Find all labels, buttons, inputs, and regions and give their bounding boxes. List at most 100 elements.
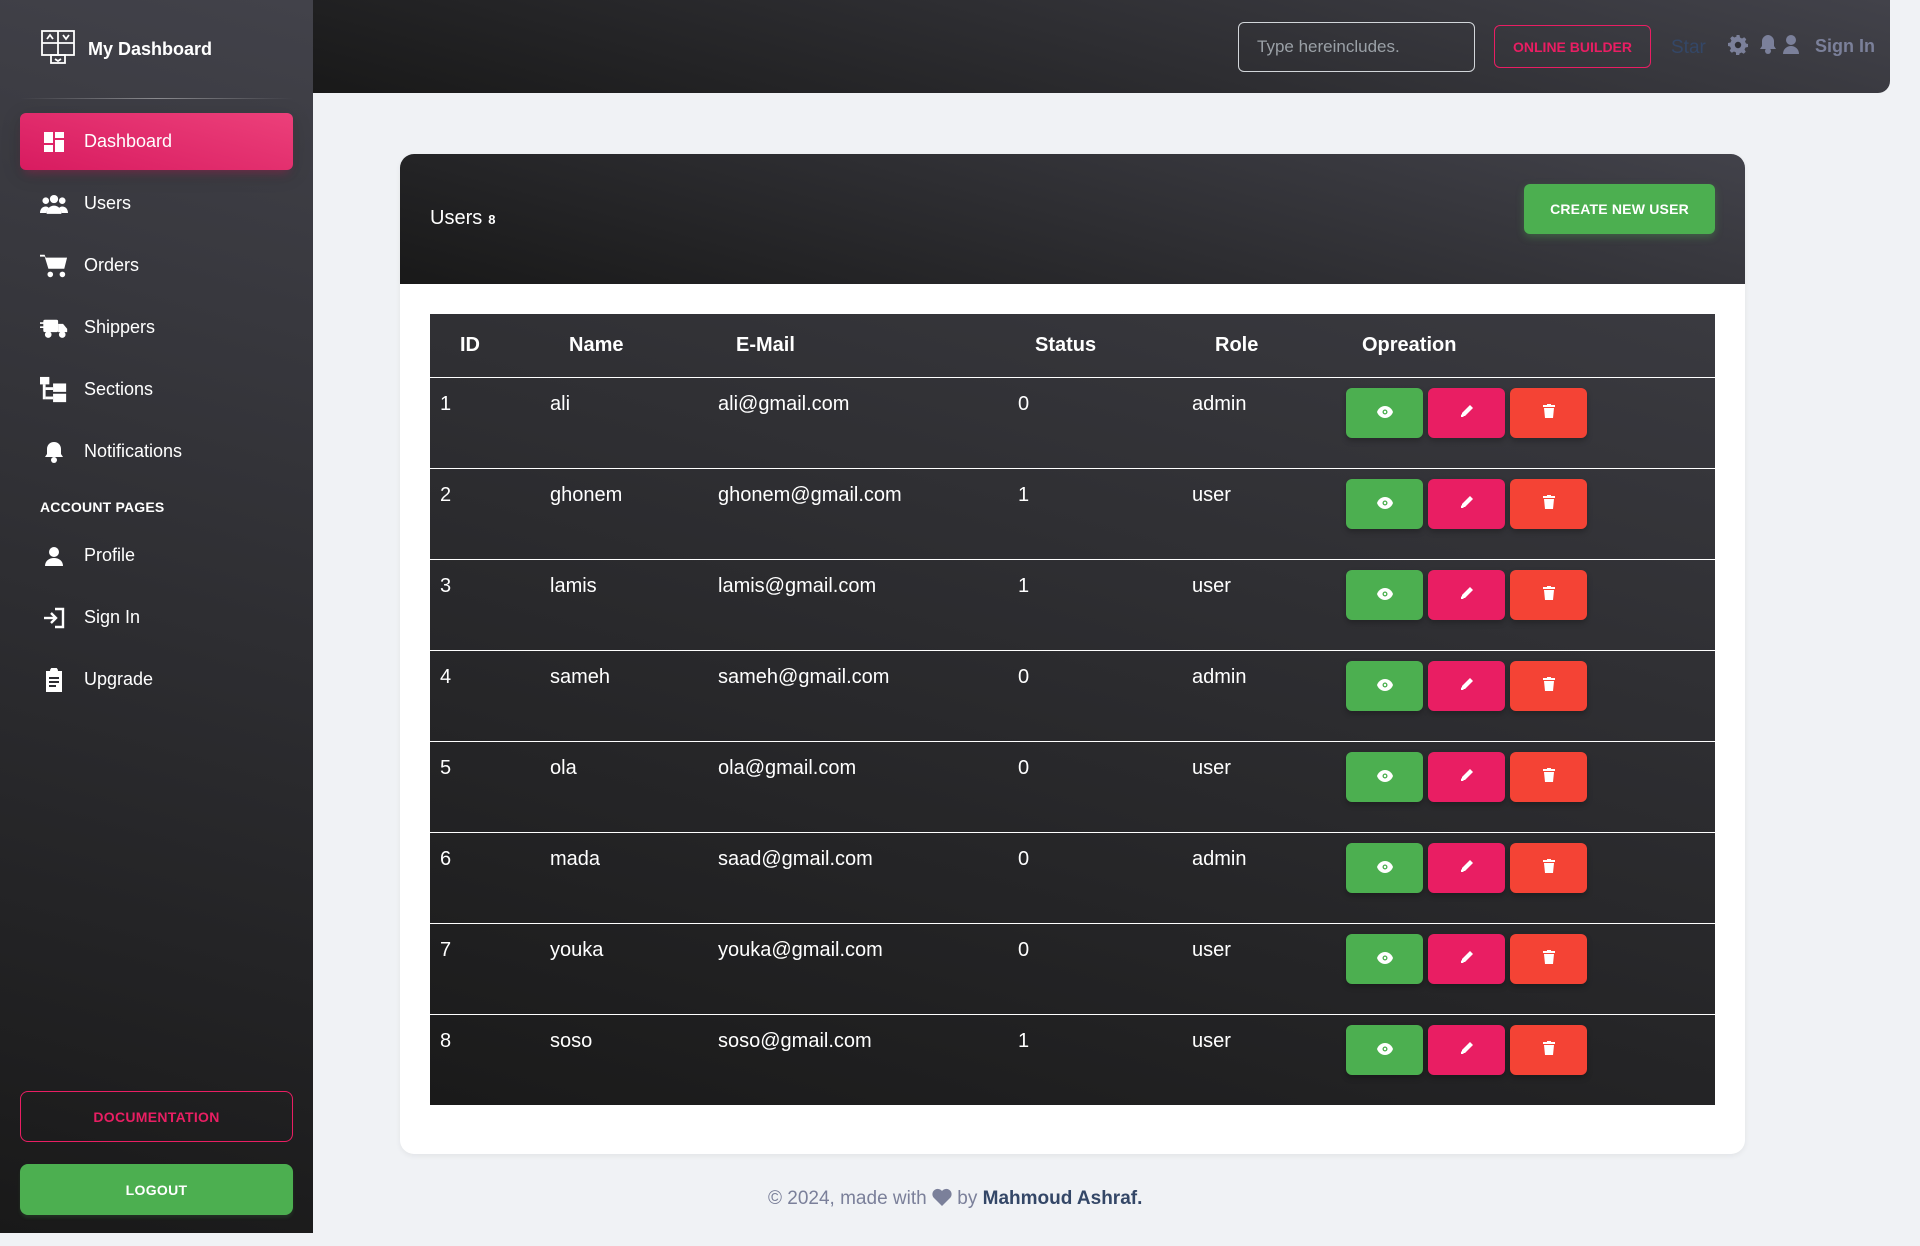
sidebar-item-shippers[interactable]: Shippers — [20, 299, 293, 356]
cell-name: ola — [548, 741, 715, 833]
column-header-name: Name — [548, 314, 715, 378]
edit-button[interactable] — [1428, 660, 1505, 711]
user-icon[interactable] — [1783, 35, 1799, 59]
edit-button[interactable] — [1428, 478, 1505, 529]
gear-icon[interactable] — [1728, 35, 1748, 60]
clipboard-icon — [40, 667, 68, 692]
cell-name: lamis — [548, 559, 715, 651]
create-user-button[interactable]: CREATE NEW USER — [1524, 184, 1715, 234]
view-button[interactable] — [1346, 1024, 1423, 1075]
sidebar-item-signin[interactable]: Sign In — [20, 589, 293, 646]
edit-button[interactable] — [1428, 933, 1505, 984]
sections-icon — [40, 376, 68, 404]
sidebar-item-profile[interactable]: Profile — [20, 527, 293, 584]
eye-icon — [1376, 492, 1393, 515]
users-table: ID Name E-Mail Status Role Opreation 1 al… — [430, 314, 1715, 1105]
sidebar-item-upgrade[interactable]: Upgrade — [20, 651, 293, 708]
trash-icon — [1542, 492, 1555, 515]
view-button[interactable] — [1346, 751, 1423, 802]
view-button[interactable] — [1346, 387, 1423, 438]
cell-email: ghonem@gmail.com — [715, 468, 1015, 560]
cell-role: user — [1190, 923, 1338, 1015]
table-row: 8 soso soso@gmail.com 1 user — [430, 1014, 1715, 1105]
table-header-row: ID Name E-Mail Status Role Opreation — [430, 314, 1715, 378]
edit-button[interactable] — [1428, 842, 1505, 893]
view-button[interactable] — [1346, 569, 1423, 620]
cell-operation — [1338, 559, 1715, 651]
delete-button[interactable] — [1510, 1024, 1587, 1075]
delete-button[interactable] — [1510, 569, 1587, 620]
table-row: 3 lamis lamis@gmail.com 1 user — [430, 559, 1715, 651]
sidebar-item-notifications[interactable]: Notifications — [20, 423, 293, 480]
truck-icon — [40, 315, 68, 341]
bell-icon[interactable] — [1760, 35, 1776, 59]
column-header-email: E-Mail — [715, 314, 1015, 378]
sidebar-item-orders[interactable]: Orders — [20, 237, 293, 294]
person-icon — [40, 546, 68, 566]
search-input[interactable] — [1238, 22, 1475, 72]
view-button[interactable] — [1346, 478, 1423, 529]
footer-author-link[interactable]: Mahmoud Ashraf. — [983, 1188, 1143, 1209]
delete-button[interactable] — [1510, 478, 1587, 529]
github-star-link[interactable]: Star — [1671, 37, 1706, 59]
eye-icon — [1376, 674, 1393, 697]
table-row: 6 mada saad@gmail.com 0 admin — [430, 832, 1715, 924]
column-header-id: ID — [430, 314, 548, 378]
sidebar-item-label: Upgrade — [84, 669, 154, 689]
eye-icon — [1376, 583, 1393, 606]
cell-email: ola@gmail.com — [715, 741, 1015, 833]
signin-link[interactable]: Sign In — [1815, 36, 1875, 57]
cell-status: 1 — [1018, 1029, 1030, 1052]
cell-email: youka@gmail.com — [715, 923, 1015, 1015]
online-builder-button[interactable]: ONLINE BUILDER — [1494, 25, 1651, 68]
cell-status: 0 — [1015, 741, 1190, 833]
cell-id: 2 — [430, 468, 548, 560]
delete-button[interactable] — [1510, 387, 1587, 438]
delete-button[interactable] — [1510, 842, 1587, 893]
table-row: 2 ghonem ghonem@gmail.com 1 user — [430, 468, 1715, 560]
footer-by: by — [957, 1188, 978, 1209]
column-header-status: Status — [1015, 314, 1190, 378]
grid-layout-icon — [40, 29, 76, 70]
eye-icon — [1376, 856, 1393, 879]
view-button[interactable] — [1346, 660, 1423, 711]
cell-role: user — [1190, 468, 1338, 560]
sidebar-item-label: Sign In — [84, 607, 141, 627]
sidebar-item-label: Shippers — [84, 317, 156, 337]
account-nav: Profile Sign In Upgrade — [0, 527, 313, 708]
view-button[interactable] — [1346, 842, 1423, 893]
cell-id: 6 — [430, 832, 548, 924]
trash-icon — [1542, 947, 1555, 970]
cell-role: user — [1190, 559, 1338, 651]
cell-name: soso — [550, 1029, 593, 1052]
brand[interactable]: My Dashboard — [0, 0, 313, 98]
delete-button[interactable] — [1510, 660, 1587, 711]
heart-icon — [932, 1188, 952, 1209]
cell-email: sameh@gmail.com — [715, 650, 1015, 742]
logout-button[interactable]: LOGOUT — [20, 1164, 293, 1215]
cell-id: 1 — [430, 377, 548, 469]
sidebar-item-users[interactable]: Users — [20, 175, 293, 232]
eye-icon — [1376, 947, 1393, 970]
view-button[interactable] — [1346, 933, 1423, 984]
table-row: 4 sameh sameh@gmail.com 0 admin — [430, 650, 1715, 742]
cell-name: mada — [548, 832, 715, 924]
edit-button[interactable] — [1428, 751, 1505, 802]
card-header: Users 8 CREATE NEW USER — [400, 154, 1745, 284]
row-actions — [1346, 933, 1715, 984]
cell-operation — [1338, 377, 1715, 469]
delete-button[interactable] — [1510, 751, 1587, 802]
delete-button[interactable] — [1510, 933, 1587, 984]
edit-button[interactable] — [1428, 569, 1505, 620]
edit-button[interactable] — [1428, 387, 1505, 438]
cell-operation — [1338, 650, 1715, 742]
dashboard-icon — [40, 131, 68, 153]
row-actions — [1346, 660, 1715, 711]
sidebar-item-dashboard[interactable]: Dashboard — [20, 113, 293, 170]
cell-name: ali — [548, 377, 715, 469]
documentation-button[interactable]: DOCUMENTATION — [20, 1091, 293, 1142]
edit-button[interactable] — [1428, 1024, 1505, 1075]
sidebar-item-sections[interactable]: Sections — [20, 361, 293, 418]
pencil-icon — [1460, 492, 1474, 515]
sidebar-item-label: Users — [84, 193, 132, 213]
